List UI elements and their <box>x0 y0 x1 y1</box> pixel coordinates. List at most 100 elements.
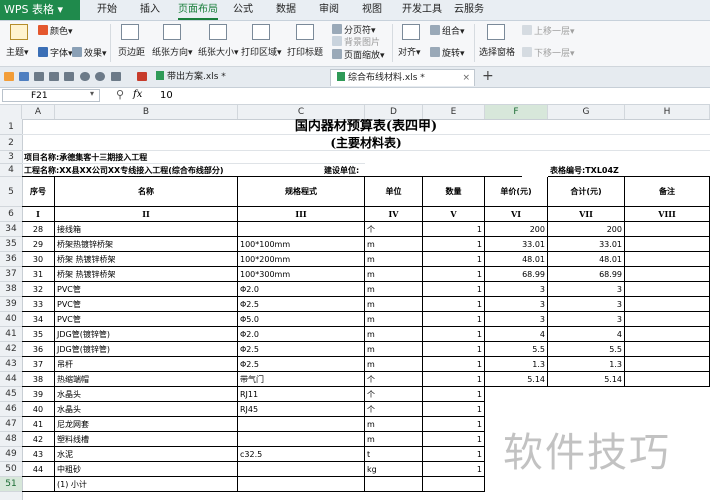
serial-cell[interactable]: 38 <box>22 372 55 387</box>
remark-cell[interactable] <box>625 327 710 342</box>
spec-cell[interactable] <box>238 432 365 447</box>
row-header[interactable]: 42 <box>0 342 22 357</box>
serial-cell[interactable]: 31 <box>22 267 55 282</box>
tab-cloud[interactable]: 云服务 <box>454 0 484 20</box>
quantity-cell[interactable]: 1 <box>423 327 485 342</box>
serial-cell[interactable]: 43 <box>22 447 55 462</box>
name-cell[interactable]: JDG管(镀锌管) <box>55 327 238 342</box>
undo-icon[interactable] <box>80 72 90 81</box>
selection-pane-button[interactable]: 选择窗格 <box>479 47 515 59</box>
row-header[interactable]: 41 <box>0 327 22 342</box>
quantity-cell[interactable]: 1 <box>423 312 485 327</box>
column-header-b[interactable]: B <box>55 105 238 119</box>
group-button[interactable]: 组合▾ <box>430 25 465 38</box>
unit-price-cell[interactable]: 5.5 <box>485 342 548 357</box>
unit-price-cell[interactable]: 5.14 <box>485 372 548 387</box>
row-header[interactable]: 50 <box>0 462 22 477</box>
tab-review[interactable]: 审阅 <box>319 0 339 20</box>
serial-cell[interactable]: 39 <box>22 387 55 402</box>
unit-price-cell[interactable]: 48.01 <box>485 252 548 267</box>
unit-price-cell[interactable]: 3 <box>485 282 548 297</box>
unit-cell[interactable]: 个 <box>365 222 423 237</box>
spec-cell[interactable] <box>238 462 365 477</box>
remark-cell[interactable] <box>625 372 710 387</box>
quantity-cell[interactable]: 1 <box>423 252 485 267</box>
row-header[interactable]: 3 <box>0 151 22 164</box>
effects-button[interactable]: 效果▾ <box>72 47 107 60</box>
spec-cell[interactable]: RJ45 <box>238 402 365 417</box>
name-cell[interactable]: 桥架热镀锌桥架 <box>55 237 238 252</box>
column-header-a[interactable]: A <box>22 105 55 119</box>
quantity-cell[interactable]: 1 <box>423 297 485 312</box>
name-cell[interactable]: 吊杆 <box>55 357 238 372</box>
colors-button[interactable]: 颜色▾ <box>38 25 73 38</box>
unit-price-cell[interactable]: 33.01 <box>485 237 548 252</box>
name-cell[interactable]: 桥架 热镀锌桥架 <box>55 267 238 282</box>
spec-cell[interactable]: 100*200mm <box>238 252 365 267</box>
row-header[interactable]: 37 <box>0 267 22 282</box>
format-painter-icon[interactable] <box>64 72 74 81</box>
row-header[interactable]: 5 <box>0 177 22 207</box>
align-button[interactable]: 对齐▾ <box>398 47 421 59</box>
total-cell[interactable]: 4 <box>548 327 625 342</box>
quantity-cell[interactable]: 1 <box>423 237 485 252</box>
name-cell[interactable]: 接线箱 <box>55 222 238 237</box>
quantity-cell[interactable] <box>423 477 485 492</box>
quantity-cell[interactable]: 1 <box>423 417 485 432</box>
row-header[interactable]: 45 <box>0 387 22 402</box>
total-cell[interactable]: 1.3 <box>548 357 625 372</box>
bring-forward-button[interactable]: 上移一层▾ <box>522 25 575 38</box>
zoom-lookup-icon[interactable]: ⚲ <box>116 88 124 101</box>
unit-cell[interactable]: m <box>365 432 423 447</box>
spec-cell[interactable]: RJ11 <box>238 387 365 402</box>
unit-price-cell[interactable]: 200 <box>485 222 548 237</box>
row-header[interactable]: 48 <box>0 432 22 447</box>
column-header-e[interactable]: E <box>423 105 485 119</box>
doc-tab-1[interactable]: 带出方案.xls * <box>150 69 325 86</box>
unit-cell[interactable]: m <box>365 237 423 252</box>
name-cell[interactable]: 热缩端帽 <box>55 372 238 387</box>
name-cell[interactable]: 塑料线槽 <box>55 432 238 447</box>
serial-cell[interactable]: 34 <box>22 312 55 327</box>
spec-cell[interactable]: 100*300mm <box>238 267 365 282</box>
unit-price-cell[interactable]: 3 <box>485 297 548 312</box>
formula-input[interactable]: 10 <box>160 88 705 103</box>
new-tab-icon[interactable]: + <box>482 68 494 84</box>
page-zoom-button[interactable]: 页面缩放▾ <box>332 49 385 62</box>
column-header-d[interactable]: D <box>365 105 423 119</box>
name-cell[interactable]: PVC管 <box>55 312 238 327</box>
paper-size-button[interactable]: 纸张大小▾ <box>198 47 239 59</box>
redo-icon[interactable] <box>95 72 105 81</box>
total-cell[interactable]: 3 <box>548 282 625 297</box>
wps-logo-icon[interactable] <box>137 72 147 81</box>
row-header[interactable]: 2 <box>0 135 22 151</box>
serial-cell[interactable]: 33 <box>22 297 55 312</box>
column-header-f[interactable]: F <box>485 105 548 119</box>
name-cell[interactable]: 桥架 热镀锌桥架 <box>55 252 238 267</box>
fonts-button[interactable]: 字体▾ <box>38 47 73 60</box>
row-header[interactable]: 38 <box>0 282 22 297</box>
tab-view[interactable]: 视图 <box>362 0 382 20</box>
spec-cell[interactable]: Φ2.0 <box>238 327 365 342</box>
total-cell[interactable]: 200 <box>548 222 625 237</box>
quantity-cell[interactable]: 1 <box>423 282 485 297</box>
quantity-cell[interactable]: 1 <box>423 372 485 387</box>
name-cell[interactable]: 尼龙网套 <box>55 417 238 432</box>
column-header-h[interactable]: H <box>625 105 710 119</box>
total-cell[interactable]: 33.01 <box>548 237 625 252</box>
quantity-cell[interactable]: 1 <box>423 222 485 237</box>
open-folder-icon[interactable] <box>4 72 14 81</box>
quantity-cell[interactable]: 1 <box>423 387 485 402</box>
serial-cell[interactable]: 29 <box>22 237 55 252</box>
unit-price-cell[interactable]: 1.3 <box>485 357 548 372</box>
margins-button[interactable]: 页边距 <box>118 47 145 59</box>
name-cell[interactable]: 水晶头 <box>55 402 238 417</box>
serial-cell[interactable]: 30 <box>22 252 55 267</box>
spec-cell[interactable] <box>238 477 365 492</box>
row-header[interactable]: 43 <box>0 357 22 372</box>
name-box-dropdown-icon[interactable]: ▾ <box>90 89 94 98</box>
serial-cell[interactable]: 42 <box>22 432 55 447</box>
serial-cell[interactable] <box>22 477 55 492</box>
spec-cell[interactable] <box>238 417 365 432</box>
background-image-button[interactable]: 背景图片 <box>332 36 380 49</box>
